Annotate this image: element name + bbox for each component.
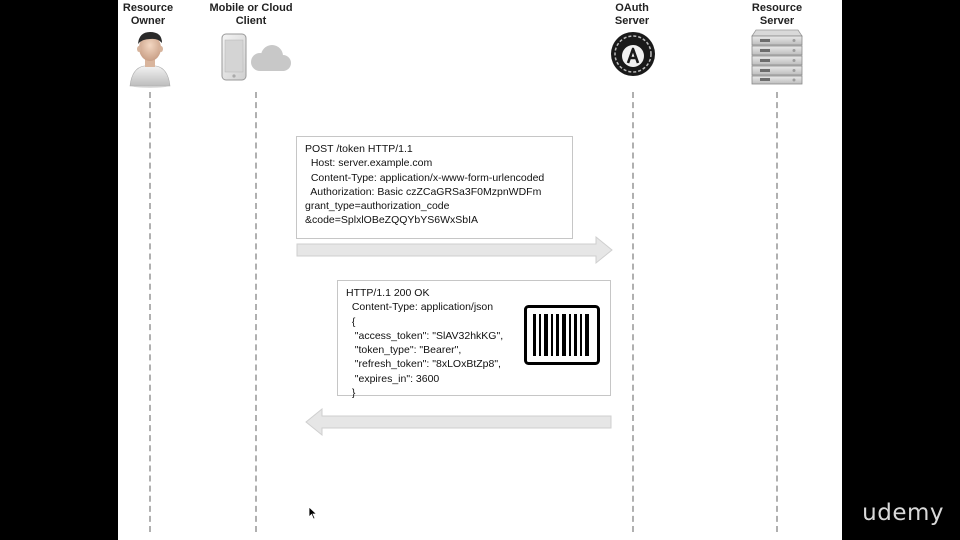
request-line: Content-Type: application/x-www-form-url… xyxy=(305,171,545,184)
response-arrow xyxy=(305,408,612,437)
token-request-box: POST /token HTTP/1.1 Host: server.exampl… xyxy=(296,136,573,239)
mouse-cursor-icon xyxy=(308,506,318,520)
phone-cloud-icon xyxy=(221,33,291,81)
lifeline-resource-server xyxy=(776,92,778,532)
actor-label-text: Resource Owner xyxy=(122,2,174,27)
lifeline-resource-owner xyxy=(149,92,151,532)
actor-label-oauth-server: OAuth Server xyxy=(572,2,692,27)
person-icon xyxy=(129,32,171,88)
lifeline-client xyxy=(255,92,257,532)
request-line: &code=SplxlOBeZQQYbYS6WxSbIA xyxy=(305,214,479,227)
request-line: grant_type=authorization_code xyxy=(305,200,450,213)
actor-label-text: Mobile or Cloud Client xyxy=(209,2,293,27)
actor-label-text: Resource Server xyxy=(751,2,803,27)
udemy-watermark: udemy xyxy=(862,500,944,526)
response-line: HTTP/1.1 200 OK xyxy=(346,287,430,299)
request-arrow xyxy=(296,236,613,265)
sequence-diagram: Resource Owner Mobile or Cloud Client OA… xyxy=(118,0,842,540)
actor-label-text: OAuth Server xyxy=(614,2,650,27)
request-line: Host: server.example.com xyxy=(305,157,433,170)
response-line: "expires_in": 3600 xyxy=(346,372,440,385)
response-line: } xyxy=(346,387,356,400)
request-line: Authorization: Basic czZCaGRSa3F0MzpnWDF… xyxy=(305,185,542,198)
token-response-box: HTTP/1.1 200 OK Content-Type: applicatio… xyxy=(337,280,611,399)
barcode-icon xyxy=(524,305,600,365)
actor-label-resource-server: Resource Server xyxy=(717,2,837,27)
actor-label-client: Mobile or Cloud Client xyxy=(191,2,311,27)
request-line: POST /token HTTP/1.1 xyxy=(305,143,413,155)
server-rack-icon xyxy=(751,29,803,85)
lifeline-oauth-server xyxy=(632,92,634,532)
oauth-logo-icon xyxy=(611,32,655,76)
